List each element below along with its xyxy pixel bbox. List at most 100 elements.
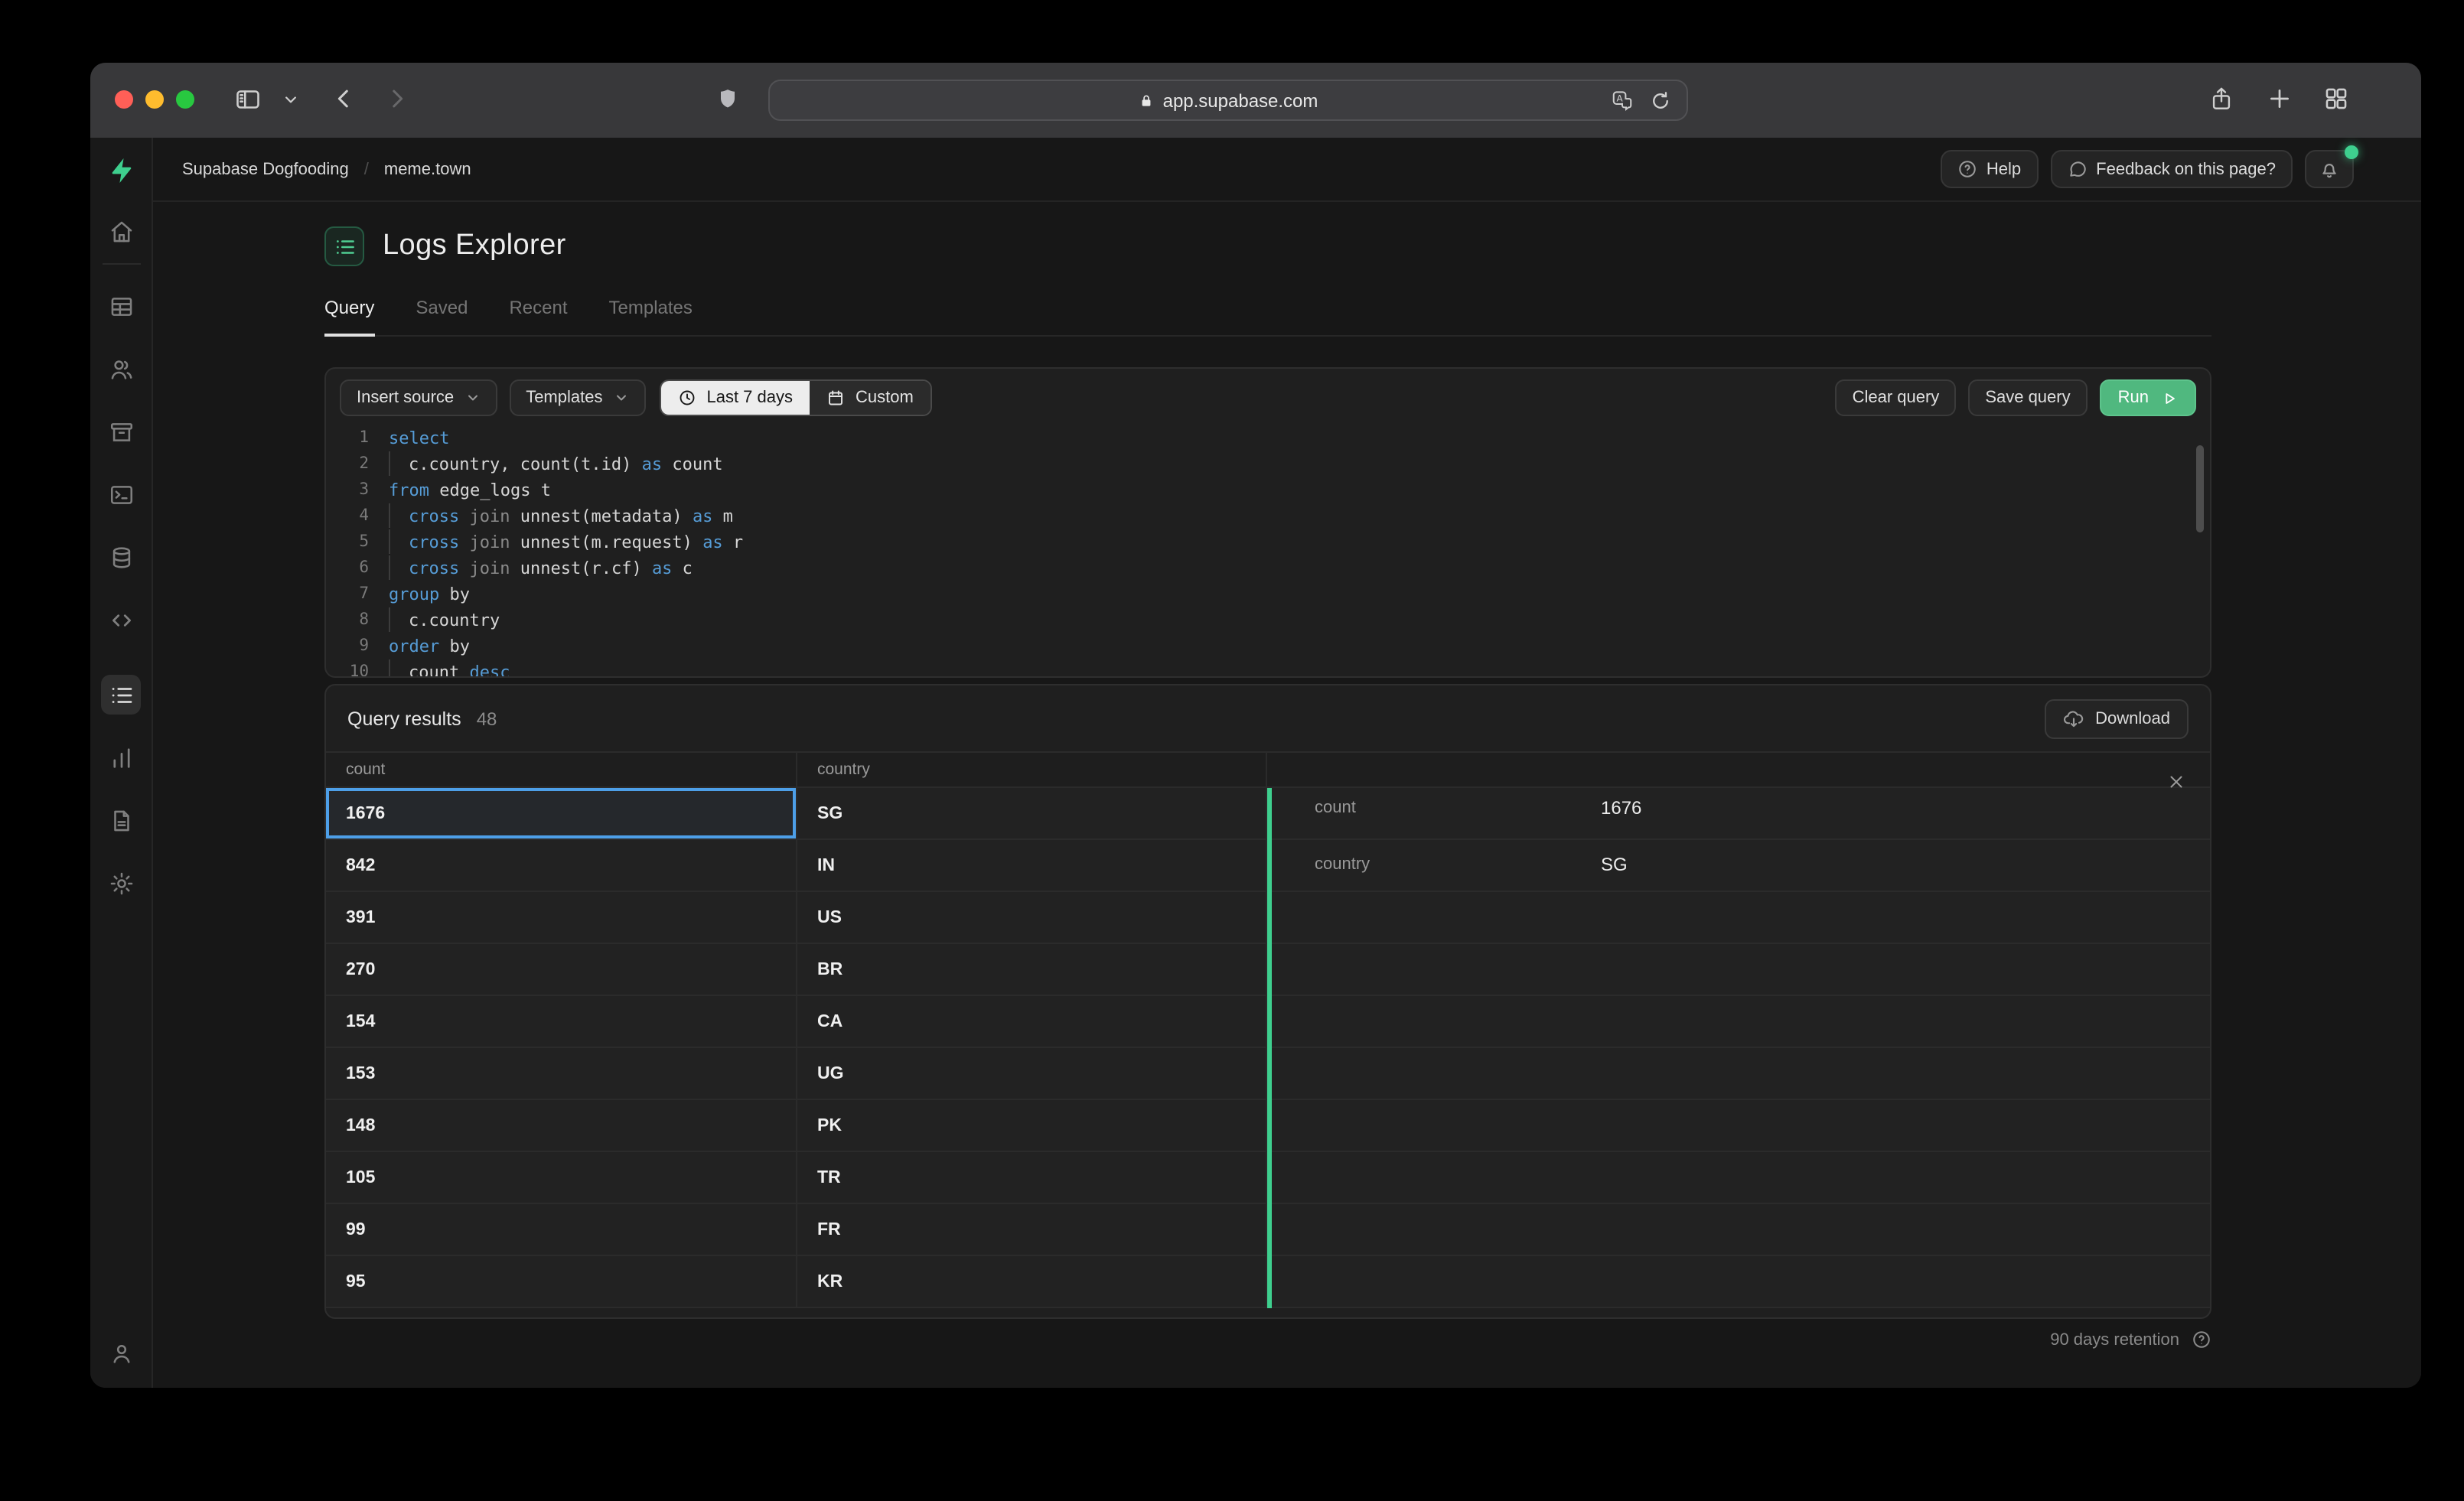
nav-sidebar <box>90 138 153 1388</box>
line-number: 9 <box>359 637 369 655</box>
clear-query-button[interactable]: Clear query <box>1835 379 1957 416</box>
retention-footer: 90 days retention <box>2050 1330 2211 1350</box>
file-text-icon <box>113 809 129 831</box>
table-cell[interactable]: IN <box>797 840 1267 891</box>
sidebar-item-auth[interactable] <box>101 349 141 389</box>
code-line: 9 order by <box>326 633 2210 659</box>
close-icon[interactable] <box>2167 771 2185 799</box>
sidebar-item-docs[interactable] <box>101 800 141 840</box>
chevron-down-icon[interactable] <box>283 92 298 107</box>
table-cell[interactable]: US <box>797 892 1267 943</box>
bell-icon <box>2322 163 2336 177</box>
table-cell[interactable]: 270 <box>326 944 797 995</box>
page-title: Logs Explorer <box>383 230 566 262</box>
table-cell[interactable]: 153 <box>326 1048 797 1099</box>
help-button[interactable]: Help <box>1940 150 2039 188</box>
supabase-logo-icon[interactable] <box>106 156 135 184</box>
insert-source-dropdown[interactable]: Insert source <box>340 379 497 416</box>
feedback-button[interactable]: Feedback on this page? <box>2050 150 2293 188</box>
sidebar-item-reports[interactable] <box>101 737 141 777</box>
tab-templates[interactable]: Templates <box>609 297 693 335</box>
cloud-download-icon <box>2064 710 2084 727</box>
sidebar-item-table-editor[interactable] <box>101 286 141 326</box>
tab-bar: Query Saved Recent Templates <box>324 297 2211 337</box>
table-cell[interactable]: 391 <box>326 892 797 943</box>
table-cell[interactable]: CA <box>797 996 1267 1047</box>
sidebar-item-profile[interactable] <box>102 1333 142 1372</box>
question-circle-icon[interactable] <box>2192 1330 2211 1350</box>
sidebar-item-sql-editor[interactable] <box>101 474 141 514</box>
download-label: Download <box>2095 709 2170 728</box>
table-cell[interactable]: PK <box>797 1100 1267 1151</box>
templates-dropdown[interactable]: Templates <box>509 379 646 416</box>
back-button[interactable] <box>331 86 357 112</box>
table-cell[interactable]: 154 <box>326 996 797 1047</box>
date-range-last-7-days[interactable]: Last 7 days <box>660 381 810 415</box>
save-query-label: Save query <box>1985 389 2071 407</box>
zoom-window-button[interactable] <box>176 90 194 109</box>
sidebar-toggle-icon[interactable] <box>234 86 262 113</box>
translate-icon[interactable]: A <box>1610 89 1635 112</box>
new-tab-icon[interactable] <box>2267 86 2293 112</box>
browser-toolbar: app.supabase.com A <box>90 63 2421 138</box>
save-query-button[interactable]: Save query <box>1968 379 2088 416</box>
close-window-button[interactable] <box>115 90 133 109</box>
date-range-custom[interactable]: Custom <box>810 381 931 415</box>
notification-badge <box>2345 145 2358 159</box>
detail-label: count <box>1315 798 1356 816</box>
line-number: 3 <box>359 480 369 499</box>
breadcrumb-org[interactable]: Supabase Dogfooding <box>182 160 349 178</box>
tab-recent[interactable]: Recent <box>509 297 567 335</box>
line-number: 6 <box>359 558 369 577</box>
table-cell[interactable]: FR <box>797 1204 1267 1255</box>
table-cell[interactable]: KR <box>797 1256 1267 1307</box>
reload-icon[interactable] <box>1650 90 1671 111</box>
row-detail-panel: count 1676 country SG <box>1272 751 2210 1305</box>
code-line: 8 c.country <box>326 607 2210 633</box>
sql-editor[interactable]: 1 select 2 c.country, count(t.id) as count 3… <box>326 425 2210 676</box>
code-line: 5 cross join unnest(m.request) as r <box>326 529 2210 555</box>
sidebar-item-home[interactable] <box>101 211 141 251</box>
breadcrumb-project[interactable]: meme.town <box>384 160 471 178</box>
sidebar-item-logs-explorer[interactable] <box>101 675 141 715</box>
table-cell[interactable]: 99 <box>326 1204 797 1255</box>
minimize-window-button[interactable] <box>145 90 164 109</box>
logs-list-icon <box>324 226 364 266</box>
table-cell[interactable]: 1676 <box>326 788 797 838</box>
sidebar-item-api[interactable] <box>101 600 141 640</box>
home-icon <box>110 220 132 242</box>
share-icon[interactable] <box>2208 84 2234 113</box>
column-header-country[interactable]: country <box>797 753 1267 786</box>
sidebar-item-settings[interactable] <box>101 863 141 903</box>
sidebar-item-database[interactable] <box>101 537 141 577</box>
table-cell[interactable]: TR <box>797 1152 1267 1203</box>
privacy-shield-icon[interactable] <box>716 86 739 112</box>
feedback-button-label: Feedback on this page? <box>2096 160 2276 178</box>
templates-label: Templates <box>526 389 603 407</box>
tab-query[interactable]: Query <box>324 297 375 337</box>
forward-button[interactable] <box>384 86 410 112</box>
run-query-button[interactable]: Run <box>2099 379 2196 416</box>
address-bar[interactable]: app.supabase.com A <box>768 80 1688 121</box>
tab-saved[interactable]: Saved <box>416 297 468 335</box>
sidebar-item-storage[interactable] <box>101 412 141 451</box>
tab-overview-icon[interactable] <box>2323 86 2349 112</box>
chat-bubble-icon <box>2069 161 2085 177</box>
line-number: 2 <box>359 454 369 473</box>
table-cell[interactable]: BR <box>797 944 1267 995</box>
notifications-button[interactable] <box>2305 145 2358 188</box>
column-header-count[interactable]: count <box>326 753 797 786</box>
sidebar-divider <box>102 263 140 265</box>
code-line: 2 c.country, count(t.id) as count <box>326 451 2210 477</box>
table-cell[interactable]: UG <box>797 1048 1267 1099</box>
table-cell[interactable]: 148 <box>326 1100 797 1151</box>
table-cell[interactable]: 95 <box>326 1256 797 1307</box>
selected-row-accent-bar <box>1267 788 1271 1308</box>
table-cell[interactable]: 105 <box>326 1152 797 1203</box>
table-cell[interactable]: SG <box>797 788 1267 838</box>
insert-source-label: Insert source <box>357 389 455 407</box>
line-number: 8 <box>359 610 369 629</box>
table-cell[interactable]: 842 <box>326 840 797 891</box>
editor-scrollbar-thumb[interactable] <box>2196 445 2204 532</box>
download-button[interactable]: Download <box>2045 698 2189 738</box>
